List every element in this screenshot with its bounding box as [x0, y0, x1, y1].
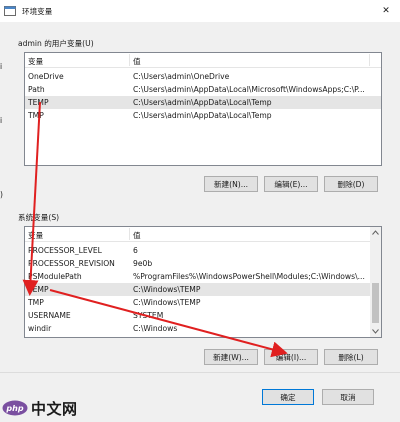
window-title: 环境变量 — [22, 7, 53, 16]
variable-name: TEMP — [28, 285, 49, 294]
php-watermark: php 中文网 — [2, 398, 78, 419]
variable-name: TMP — [28, 111, 44, 120]
variable-value: C:\Users\admin\AppData\Local\Temp — [133, 111, 272, 120]
variable-value: C:\Users\admin\AppData\Local\Temp — [133, 98, 272, 107]
user-delete-button[interactable]: 删除(D) — [324, 176, 378, 192]
variable-name: Path — [28, 85, 45, 94]
variable-value: C:\Windows — [133, 324, 178, 333]
system-edit-button[interactable]: 编辑(I)... — [264, 349, 318, 365]
variable-name: OneDrive — [28, 72, 64, 81]
table-row-selected[interactable]: TEMP C:\Users\admin\AppData\Local\Temp — [25, 96, 381, 109]
column-header-value[interactable]: 值 — [133, 230, 141, 241]
vertical-scrollbar[interactable] — [370, 227, 381, 337]
background-window-fragment: i — [0, 62, 3, 71]
scroll-thumb[interactable] — [372, 283, 379, 323]
table-row[interactable]: PROCESSOR_LEVEL 6 — [25, 244, 381, 257]
table-row[interactable]: TMP C:\Users\admin\AppData\Local\Temp — [25, 109, 381, 122]
variable-value: C:\Windows\TEMP — [133, 298, 201, 307]
system-delete-button[interactable]: 删除(L) — [324, 349, 378, 365]
divider — [0, 372, 400, 373]
column-separator — [369, 54, 370, 66]
php-logo-icon: php — [2, 400, 28, 418]
close-button[interactable]: ✕ — [372, 0, 400, 22]
background-window-fragment: ) — [0, 190, 3, 199]
variable-value: C:\Users\admin\AppData\Local\Microsoft\W… — [133, 85, 365, 94]
table-row[interactable]: OneDrive C:\Users\admin\OneDrive — [25, 70, 381, 83]
variable-value: 9e0b — [133, 259, 153, 268]
cancel-button[interactable]: 取消 — [322, 389, 374, 405]
variable-name: USERNAME — [28, 311, 71, 320]
background-window-fragment: i — [0, 116, 3, 125]
variable-value: 6 — [133, 246, 138, 255]
user-new-button[interactable]: 新建(N)... — [204, 176, 258, 192]
table-row[interactable]: PROCESSOR_REVISION 9e0b — [25, 257, 381, 270]
environment-variables-dialog: 环境变量 ✕ i i ) admin 的用户变量(U) 变量 值 OneDriv… — [0, 0, 400, 422]
variable-value: C:\Users\admin\OneDrive — [133, 72, 230, 81]
table-row-selected[interactable]: TEMP C:\Windows\TEMP — [25, 283, 381, 296]
column-separator — [129, 54, 130, 66]
table-row[interactable]: windir C:\Windows — [25, 322, 381, 335]
user-variables-label: admin 的用户变量(U) — [18, 39, 94, 48]
table-row[interactable]: Path C:\Users\admin\AppData\Local\Micros… — [25, 83, 381, 96]
scroll-up-icon[interactable] — [370, 227, 381, 238]
scroll-down-icon[interactable] — [370, 326, 381, 337]
variable-name: PROCESSOR_REVISION — [28, 259, 115, 268]
variable-name: PROCESSOR_LEVEL — [28, 246, 102, 255]
table-row[interactable]: TMP C:\Windows\TEMP — [25, 296, 381, 309]
window-icon — [4, 5, 16, 17]
table-row[interactable]: PSModulePath %ProgramFiles%\WindowsPower… — [25, 270, 381, 283]
variable-value: SYSTEM — [133, 311, 164, 320]
list-header: 变量 值 — [25, 53, 381, 68]
variable-name: PSModulePath — [28, 272, 82, 281]
variable-name: TMP — [28, 298, 44, 307]
variable-name: TEMP — [28, 98, 49, 107]
user-edit-button[interactable]: 编辑(E)... — [264, 176, 318, 192]
column-header-variable[interactable]: 变量 — [28, 56, 43, 67]
table-row[interactable]: USERNAME SYSTEM — [25, 309, 381, 322]
ok-button[interactable]: 确定 — [262, 389, 314, 405]
close-icon: ✕ — [382, 6, 390, 16]
user-variables-list[interactable]: 变量 值 OneDrive C:\Users\admin\OneDrive Pa… — [24, 52, 382, 166]
system-variables-label: 系统变量(S) — [18, 213, 60, 222]
watermark-text: 中文网 — [31, 400, 78, 418]
column-header-variable[interactable]: 变量 — [28, 230, 43, 241]
variable-value: %ProgramFiles%\WindowsPowerShell\Modules… — [133, 272, 365, 281]
system-variables-list[interactable]: 变量 值 PROCESSOR_LEVEL 6 PROCESSOR_REVISIO… — [24, 226, 382, 338]
title-bar: 环境变量 ✕ — [0, 0, 400, 22]
column-separator — [129, 228, 130, 240]
variable-value: C:\Windows\TEMP — [133, 285, 201, 294]
variable-name: windir — [28, 324, 52, 333]
column-header-value[interactable]: 值 — [133, 56, 141, 67]
php-logo-text: php — [5, 404, 23, 413]
system-new-button[interactable]: 新建(W)... — [204, 349, 258, 365]
list-header: 变量 值 — [25, 227, 381, 242]
